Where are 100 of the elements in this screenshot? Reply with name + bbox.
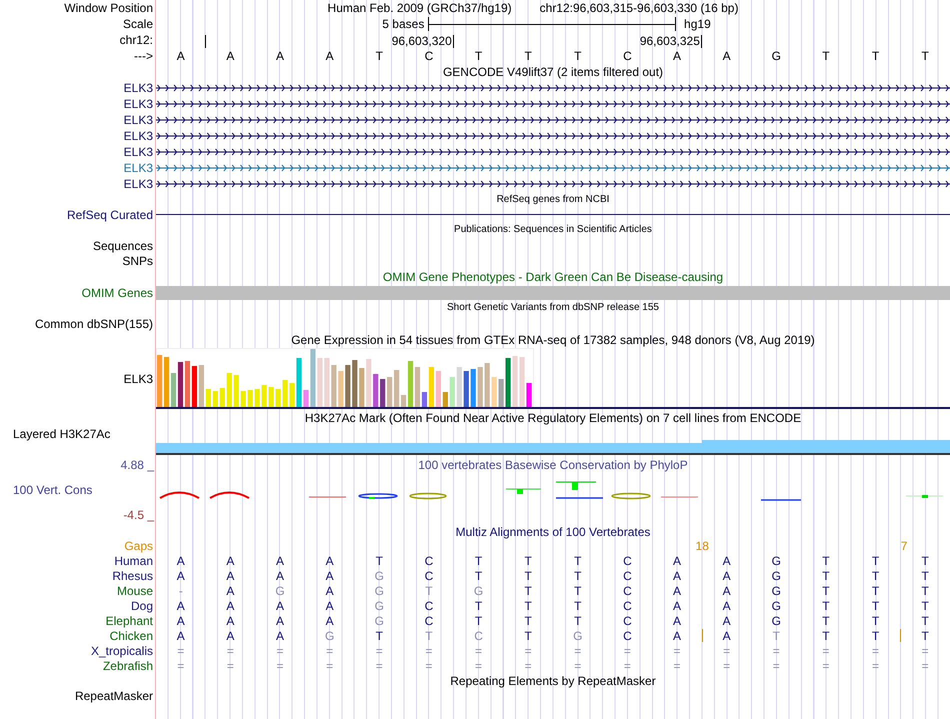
aligned-base: T	[425, 584, 433, 596]
row-label[interactable]: chr12:	[120, 34, 153, 46]
aligned-base: G	[772, 570, 781, 582]
species-label[interactable]: Chicken	[110, 630, 153, 642]
gene-label[interactable]: ELK3	[124, 98, 153, 110]
aligned-base: =	[524, 644, 532, 656]
track-label[interactable]: 100 Vert. Cons	[0, 484, 155, 496]
aligned-base: G	[772, 614, 781, 626]
aligned-base: A	[276, 554, 284, 566]
aligned-base: T	[922, 630, 929, 642]
aligned-base: G	[275, 584, 285, 596]
expression-bar[interactable]	[380, 379, 386, 407]
gene-label[interactable]: ELK3	[124, 162, 153, 174]
phenotype-bar[interactable]	[156, 286, 950, 300]
species-label[interactable]: Dog	[130, 600, 153, 612]
track-label[interactable]: SNPs	[122, 254, 153, 266]
aligned-base: T	[574, 614, 582, 626]
axis-min-label: -4.5 _	[122, 509, 155, 521]
aligned-base: A	[276, 630, 284, 642]
base-letter: A	[722, 50, 731, 62]
aligned-base: T	[822, 614, 830, 626]
aligned-base: =	[276, 660, 284, 672]
track-label[interactable]: RefSeq Curated	[66, 208, 153, 220]
base-letter: T	[376, 50, 383, 62]
coordinate-label: 96,603,325	[640, 35, 700, 47]
aligned-base: A	[722, 630, 731, 642]
base-letter: T	[574, 50, 582, 62]
aligned-base: T	[524, 630, 532, 642]
ruler-tick	[700, 35, 702, 48]
row-label[interactable]: --->	[134, 50, 153, 62]
aligned-base: A	[276, 600, 284, 612]
aligned-base: =	[624, 644, 631, 656]
base-letter: G	[772, 50, 781, 62]
track-label[interactable]: ELK3	[124, 372, 153, 384]
aligned-base: =	[674, 660, 681, 672]
gene-label[interactable]: ELK3	[124, 82, 153, 94]
aligned-base: =	[922, 644, 929, 656]
aligned-base: =	[376, 644, 383, 656]
row-label[interactable]: Scale	[122, 18, 153, 30]
species-label[interactable]: Rhesus	[112, 570, 153, 582]
base-letter: A	[226, 50, 234, 62]
gap-count: 7	[900, 540, 908, 552]
axis-max-label: 4.88 _	[120, 459, 155, 471]
row-label[interactable]: Window Position	[64, 2, 153, 14]
aligned-base: T	[872, 630, 880, 642]
aligned-base: A	[673, 600, 682, 612]
aligned-base: T	[872, 570, 880, 582]
expression-bar[interactable]	[178, 362, 184, 407]
track-title: Publications: Sequences in Scientific Articles	[454, 225, 652, 235]
expression-bar[interactable]	[184, 361, 190, 407]
aligned-base: T	[574, 570, 582, 582]
base-letter: A	[326, 50, 334, 62]
species-label[interactable]: Zebrafish	[102, 660, 153, 672]
aligned-base: T	[922, 600, 929, 612]
species-label[interactable]: X_tropicalis	[90, 644, 153, 656]
aligned-base: A	[326, 584, 334, 596]
aligned-base: T	[474, 614, 482, 626]
aligned-base: =	[922, 660, 929, 672]
species-label[interactable]: Human	[114, 554, 153, 566]
gene-label[interactable]: ELK3	[124, 114, 153, 126]
aligned-base: =	[822, 644, 830, 656]
base-letter: A	[176, 50, 185, 62]
species-label[interactable]: Mouse	[116, 584, 153, 596]
track-label[interactable]: Common dbSNP(155)	[34, 318, 153, 330]
ruler-tick	[452, 35, 454, 48]
gene-label[interactable]: ELK3	[124, 130, 153, 142]
ruler-tick	[204, 35, 206, 48]
aligned-base: T	[524, 570, 532, 582]
expression-bar[interactable]	[192, 366, 198, 407]
aligned-base: =	[723, 660, 730, 672]
track-label[interactable]: Sequences	[92, 240, 153, 252]
aligned-base: C	[424, 600, 434, 612]
track-label[interactable]: RepeatMasker	[74, 690, 153, 702]
aligned-base: G	[474, 584, 484, 596]
aligned-base: T	[376, 554, 383, 566]
signal-band-drawing[interactable]	[156, 440, 950, 453]
aligned-base: A	[226, 584, 234, 596]
expression-bar[interactable]	[422, 392, 428, 407]
aligned-base: C	[623, 554, 632, 566]
aligned-base: =	[822, 660, 830, 672]
gene-label[interactable]: ELK3	[124, 178, 153, 190]
aligned-base: =	[177, 644, 184, 656]
track-title: Short Genetic Variants from dbSNP release 155	[447, 303, 659, 313]
base-letter: A	[673, 50, 682, 62]
aligned-base: T	[922, 614, 929, 626]
aligned-base: =	[772, 644, 780, 656]
aligned-base: A	[226, 570, 234, 582]
track-title: Multiz Alignments of 100 Vertebrates	[456, 526, 650, 538]
aligned-base: T	[872, 554, 880, 566]
aligned-base: A	[176, 554, 185, 566]
aligned-base: =	[226, 644, 234, 656]
aligned-base: =	[326, 660, 334, 672]
aligned-base: A	[722, 570, 731, 582]
aligned-base: A	[722, 600, 731, 612]
base-letter: T	[922, 50, 929, 62]
species-label[interactable]: Elephant	[106, 614, 153, 626]
aligned-base: T	[872, 614, 880, 626]
track-label[interactable]: Layered H3K27Ac	[0, 428, 110, 440]
track-label[interactable]: OMIM Genes	[82, 286, 153, 298]
gene-label[interactable]: ELK3	[124, 146, 153, 158]
